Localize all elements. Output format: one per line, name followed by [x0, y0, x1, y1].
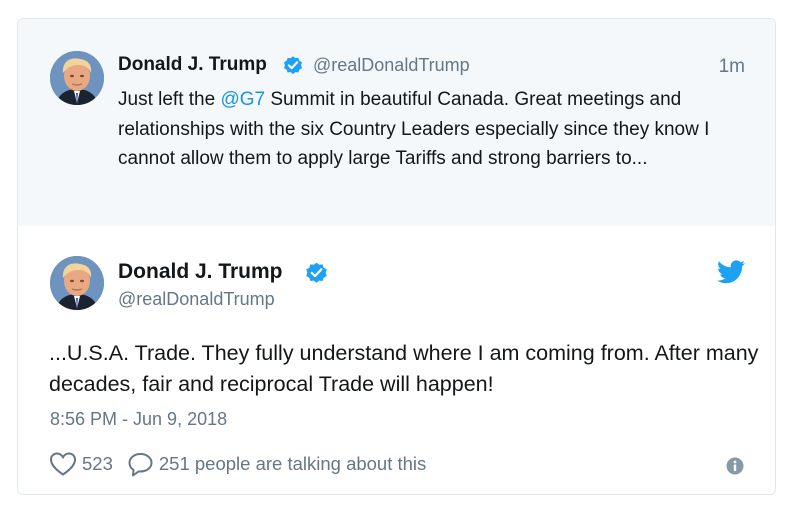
tweet-text: ...U.S.A. Trade. They fully understand w…: [49, 341, 759, 396]
reply-bubble-icon[interactable]: [127, 451, 154, 477]
heart-icon[interactable]: [49, 451, 77, 477]
quoted-timestamp[interactable]: 1m: [719, 56, 745, 78]
tweet-timestamp[interactable]: 8:56 PM - Jun 9, 2018: [50, 409, 227, 430]
quoted-author-handle[interactable]: @realDonaldTrump: [313, 55, 470, 76]
avatar[interactable]: [50, 256, 104, 310]
author-handle[interactable]: @realDonaldTrump: [118, 289, 275, 310]
quoted-tweet[interactable]: Donald J. Trump @realDonaldTrump 1m Just…: [18, 19, 775, 226]
conversation-link[interactable]: 251 people are talking about this: [159, 453, 426, 475]
twitter-bird-icon[interactable]: [717, 260, 745, 284]
embedded-tweet-card[interactable]: Donald J. Trump @realDonaldTrump 1m Just…: [17, 18, 776, 495]
avatar[interactable]: [50, 51, 104, 105]
verified-badge-icon: [306, 262, 327, 283]
tweet-actions: 523 251 people are talking about this: [49, 450, 426, 478]
quoted-tweet-text: Just left the @G7 Summit in beautiful Ca…: [118, 85, 758, 174]
author-name[interactable]: Donald J. Trump: [118, 260, 283, 284]
quoted-text-before: Just left the: [118, 89, 221, 110]
quoted-author-name[interactable]: Donald J. Trump: [118, 54, 267, 76]
info-icon[interactable]: [726, 457, 744, 475]
like-count[interactable]: 523: [82, 453, 113, 475]
verified-badge-icon: [284, 56, 302, 75]
mention-link[interactable]: @G7: [220, 89, 265, 110]
